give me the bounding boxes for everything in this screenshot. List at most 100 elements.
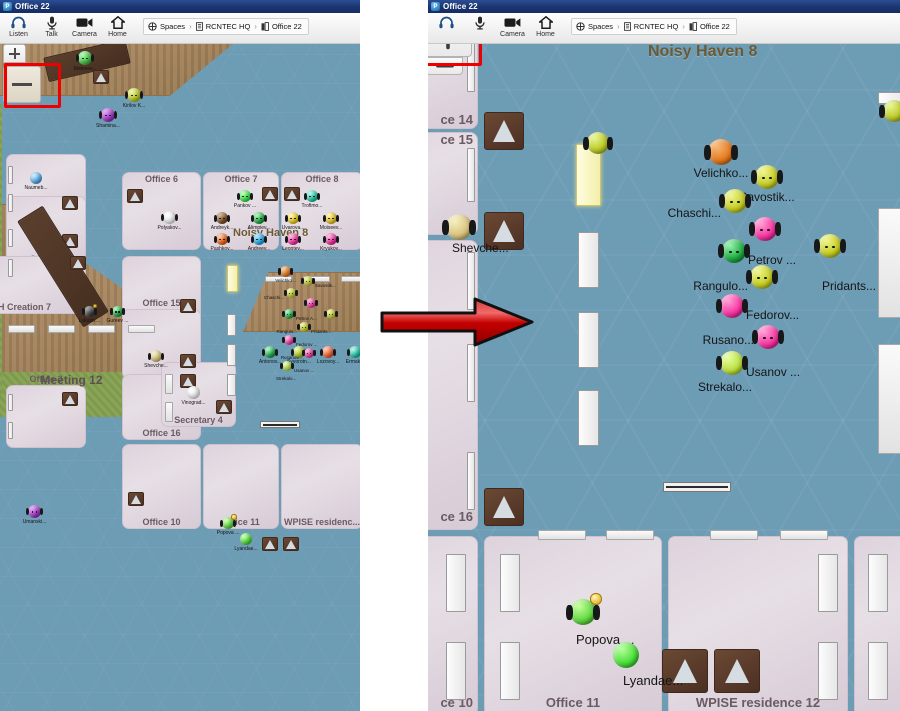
map-canvas-left[interactable]: Office 1 Office 2 PH Creation 7 Office 3 — [0, 44, 360, 711]
door[interactable] — [578, 390, 599, 446]
door[interactable] — [227, 314, 236, 336]
avatar[interactable]: Vinograd... — [181, 386, 206, 406]
camera-button[interactable]: Camera — [68, 13, 101, 43]
avatar-name: Lukash ... — [78, 318, 101, 324]
avatar-head — [751, 165, 783, 189]
avatar[interactable]: Velichko... — [275, 266, 296, 283]
avatar[interactable]: Polyakov... — [157, 211, 182, 231]
avatar[interactable] — [814, 234, 846, 258]
avatar[interactable]: Alimpiev... — [248, 212, 270, 231]
avatar[interactable] — [324, 309, 338, 319]
avatar[interactable]: Andreyk... — [211, 212, 233, 231]
home-button[interactable]: Home — [529, 13, 562, 43]
avatar[interactable] — [879, 100, 900, 122]
avatar[interactable]: Ermak... — [346, 346, 360, 365]
avatar[interactable]: Savostik... — [739, 165, 795, 204]
avatar[interactable]: Usanov ... Strekalo... — [698, 351, 800, 394]
avatar[interactable]: Rangulo... Pridants... — [693, 265, 876, 293]
door-highlighted[interactable] — [227, 265, 238, 292]
avatar[interactable]: Lozovoy... — [317, 346, 339, 365]
room-office-11[interactable]: Office 11 — [203, 444, 279, 529]
room-label: Office 8 — [305, 174, 339, 184]
talk-label: Talk — [45, 31, 58, 38]
avatar[interactable]: Moiseev... — [320, 212, 342, 231]
avatar-head — [25, 505, 44, 518]
avatar[interactable]: Petrov A... — [282, 309, 317, 321]
breadcrumb-item-spaces[interactable]: Spaces — [576, 22, 613, 31]
avatar[interactable]: Shamina... — [96, 108, 120, 129]
room-office-6[interactable]: Office 6 — [122, 172, 201, 250]
panel-gap — [360, 0, 428, 711]
avatar-name: Moiseev... — [319, 225, 343, 231]
room-meeting-12[interactable]: Meeting 12 — [0, 344, 159, 388]
avatar[interactable]: Rusanov... — [281, 348, 316, 360]
listen-button[interactable]: Listen — [2, 13, 35, 43]
avatar-name: Chaschi... — [263, 294, 284, 300]
avatar[interactable]: Shevche... — [441, 214, 509, 255]
map-canvas-right[interactable]: ce 14 ce 15 ce 16 ce 10 Office 11 WPISE … — [428, 44, 900, 711]
room-wpise-residence[interactable]: WPISE residenc... — [281, 444, 360, 529]
zoom-in-button[interactable] — [428, 44, 472, 57]
avatar[interactable]: Antonov... — [259, 346, 281, 365]
avatar[interactable]: Andreev... — [248, 233, 270, 252]
avatar[interactable]: Shevche... — [144, 350, 168, 369]
avatar[interactable]: Pankov ... — [234, 190, 256, 209]
avatar[interactable]: Usanov ... Strekalo... — [276, 361, 314, 381]
door[interactable] — [227, 374, 236, 396]
listen-button[interactable] — [430, 13, 463, 43]
speaker-ce-14 — [484, 112, 524, 150]
talk-button[interactable]: Talk — [35, 13, 68, 43]
door[interactable] — [578, 312, 599, 368]
minus-icon — [435, 64, 454, 68]
breadcrumb-item-spaces[interactable]: Spaces — [148, 22, 185, 31]
avatar[interactable] — [749, 217, 781, 241]
avatar[interactable]: Matveev... — [74, 51, 96, 72]
avatar[interactable] — [583, 132, 613, 154]
zoom-out-button[interactable] — [3, 66, 41, 103]
breadcrumb-item-office-22[interactable]: Office 22 — [261, 22, 302, 31]
door — [868, 554, 888, 612]
avatar[interactable]: Petrov ... — [718, 239, 796, 267]
avatar[interactable] — [304, 298, 318, 308]
door[interactable] — [578, 232, 599, 288]
avatar[interactable]: Velichko... — [694, 139, 748, 180]
breadcrumb-item-office-22[interactable]: Office 22 — [689, 22, 730, 31]
avatar-head — [262, 346, 278, 358]
avatar[interactable]: Lukash ... — [79, 303, 100, 324]
avatar[interactable]: Rangulo... Pridants... — [276, 322, 331, 334]
avatar[interactable]: Rusano... — [703, 325, 784, 349]
room-label: ce 15 — [440, 132, 473, 147]
camera-button[interactable]: Camera — [496, 13, 529, 43]
avatar-head — [719, 189, 751, 213]
avatar[interactable]: Lyandae... — [613, 642, 683, 688]
avatar[interactable]: Chaschi... — [264, 288, 298, 300]
avatar[interactable]: Popova ... — [565, 593, 635, 647]
avatar[interactable]: Uvarova... — [282, 212, 304, 231]
avatar[interactable]: Gureev ... — [107, 306, 128, 324]
breadcrumb-item-rcntec-hq[interactable]: RCNTEC HQ — [195, 22, 250, 31]
talk-button[interactable] — [463, 13, 496, 43]
avatar[interactable]: Umanski... — [23, 505, 46, 525]
door-top — [538, 530, 586, 540]
breadcrumb-item-rcntec-hq[interactable]: RCNTEC HQ — [623, 22, 678, 31]
room-office-10[interactable]: Office 10 — [122, 444, 201, 529]
avatar[interactable]: Pashkov... — [211, 233, 233, 252]
avatar[interactable]: Fedorov... — [716, 294, 799, 322]
avatar-head — [304, 190, 320, 202]
avatar[interactable]: Naumeb... — [24, 172, 48, 191]
door — [467, 344, 475, 402]
avatar[interactable]: Leontev... — [282, 233, 304, 252]
zoom-out-button[interactable] — [428, 57, 463, 75]
avatar-head — [716, 351, 748, 375]
avatar[interactable]: Savostik... — [301, 276, 336, 288]
avatar[interactable]: Fedorov ... — [282, 335, 318, 347]
avatar[interactable]: Lyandae... — [234, 533, 258, 552]
avatar[interactable]: Kryukov... — [320, 233, 342, 252]
avatar[interactable]: Chaschi... — [668, 189, 751, 220]
door[interactable] — [227, 344, 236, 366]
home-button[interactable]: Home — [101, 13, 134, 43]
avatar[interactable]: Popova ... — [217, 514, 239, 536]
zoom-in-button[interactable] — [3, 44, 26, 63]
avatar[interactable]: Kirilov K... — [123, 88, 145, 109]
avatar[interactable]: Trofimo... — [302, 190, 322, 209]
